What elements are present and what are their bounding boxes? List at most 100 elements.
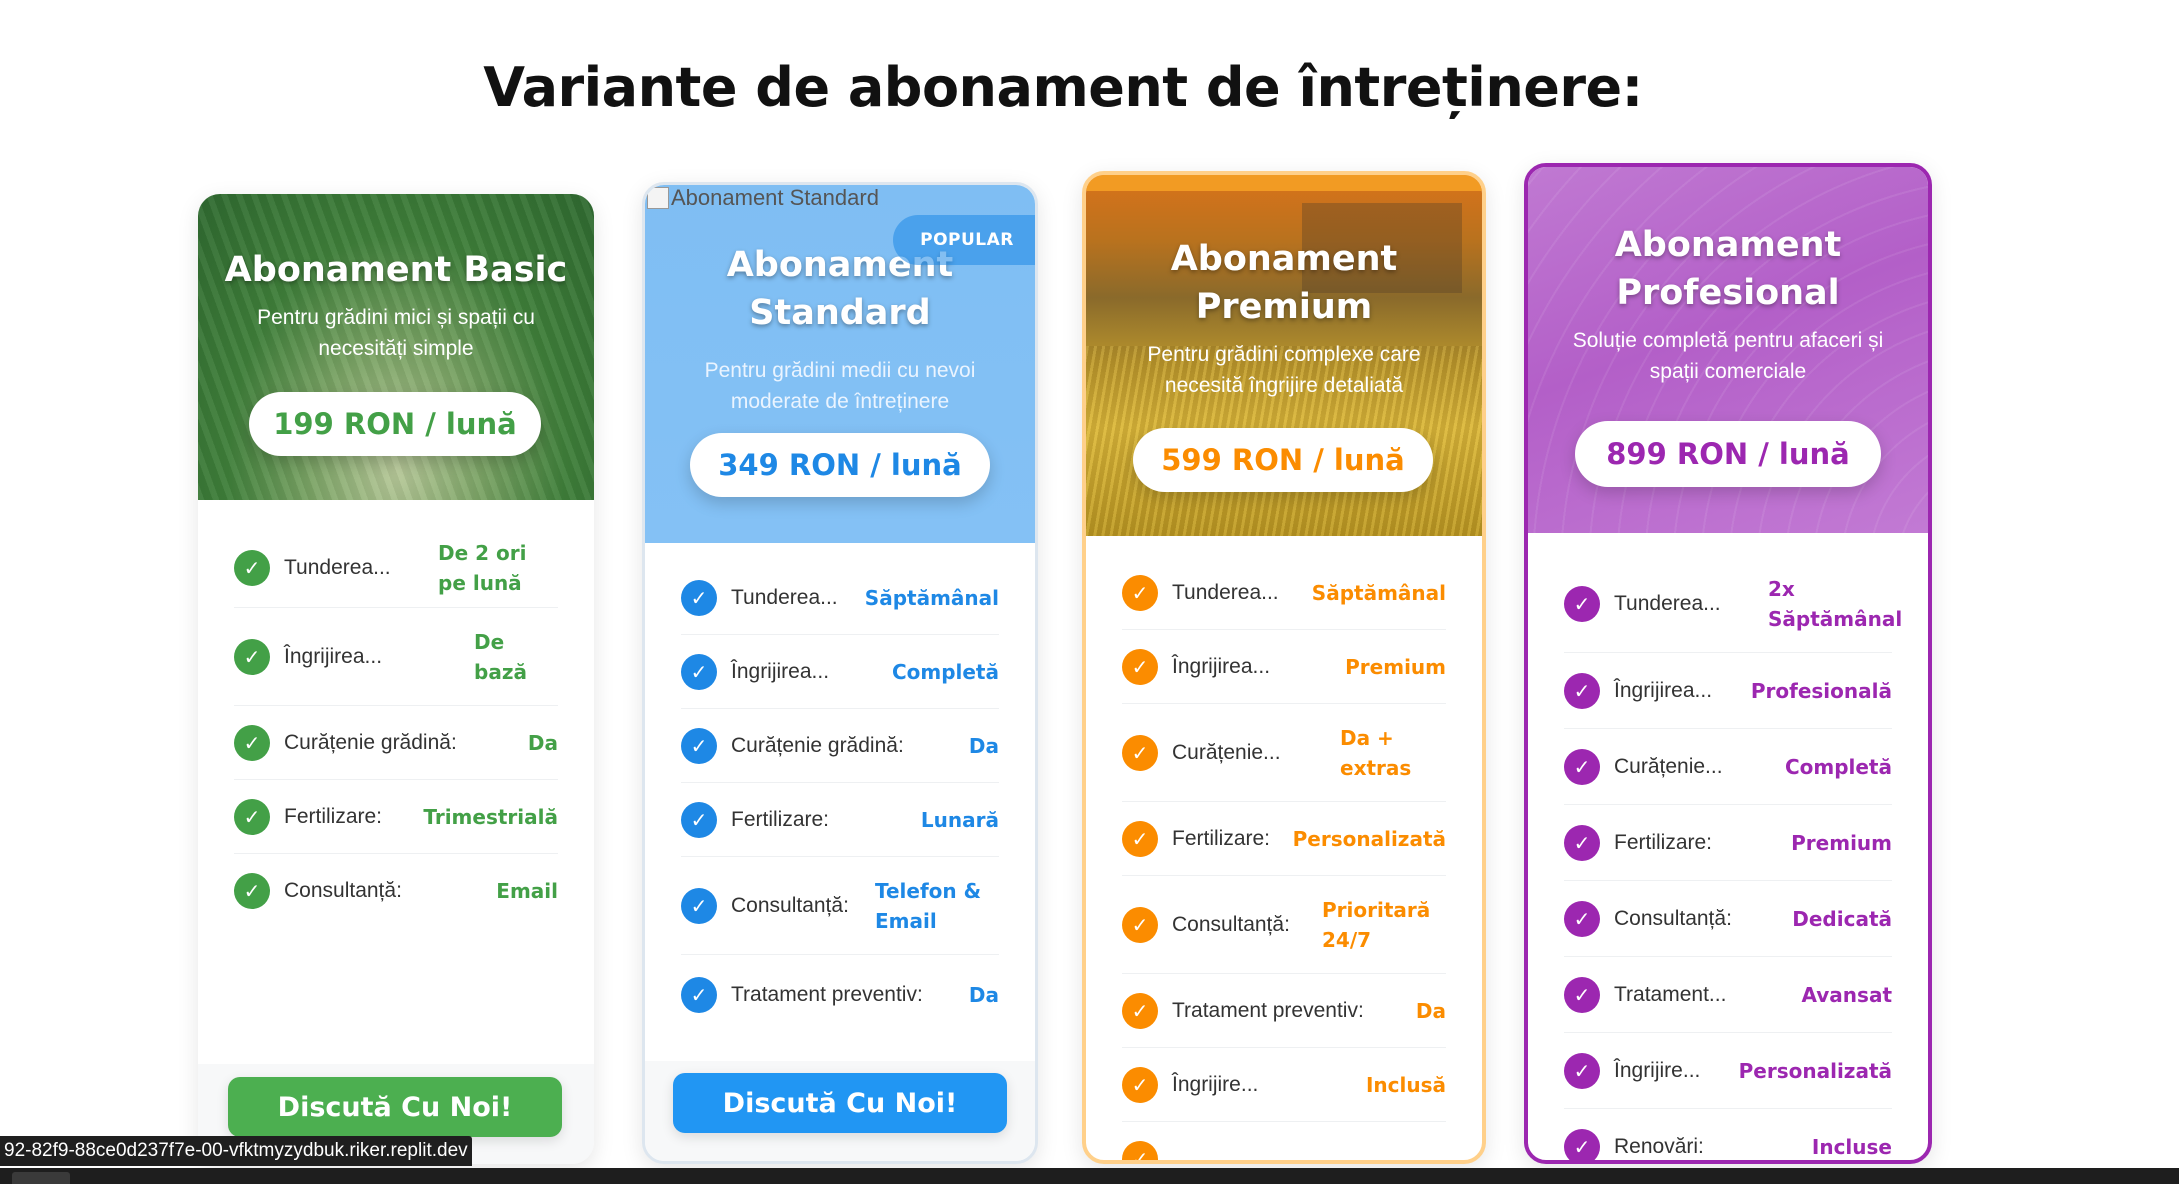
feature-row: ✓ Curățenie... Da + extras	[1122, 704, 1446, 802]
check-icon: ✓	[681, 887, 717, 924]
check-icon: ✓	[1122, 1066, 1158, 1103]
feature-label: Tunderea...	[1172, 580, 1279, 604]
check-icon: ✓	[234, 798, 270, 835]
feature-value: Incluse	[1811, 1135, 1892, 1159]
plan-subtitle: Pentru grădini medii cu nevoi moderate d…	[704, 359, 976, 413]
plan-card-basic: Abonament Basic Pentru grădini mici și s…	[198, 194, 594, 1164]
feature-row: ✓ Consultanță: Prioritară 24/7	[1122, 876, 1446, 974]
taskbar	[0, 1168, 2179, 1184]
check-icon: ✓	[1564, 672, 1600, 709]
feature-value: Săptămânal	[864, 585, 999, 610]
feature-label: Tunderea...	[1614, 591, 1721, 615]
feature-row: ✓ Consultanță: Telefon & Email	[681, 857, 999, 955]
feature-row: ✓ Fertilizare: Premium	[1564, 805, 1892, 881]
feature-label: Fertilizare:	[1614, 830, 1713, 854]
feature-value: Premium	[1345, 654, 1446, 679]
feature-label: Consultanță:	[1614, 906, 1732, 930]
feature-value: De bază	[474, 629, 527, 684]
plan-card-premium: Abonament Premium Pentru grădini complex…	[1082, 171, 1486, 1164]
check-icon: ✓	[1564, 585, 1600, 622]
feature-label: Curățenie...	[1172, 740, 1281, 764]
feature-label: Renovări:	[1614, 1135, 1704, 1158]
discuss-button[interactable]: Discută Cu Noi!	[228, 1077, 562, 1137]
feature-value: Profesională	[1750, 678, 1892, 703]
feature-label: Îngrijire...	[1172, 1072, 1259, 1096]
feature-value: 2x Săptămânal	[1768, 576, 1903, 631]
feature-row: ✓ Îngrijirea... Profesională	[1564, 653, 1892, 729]
check-icon: ✓	[1122, 734, 1158, 771]
feature-value: Trimestrială	[423, 804, 558, 829]
feature-value: Da	[1415, 998, 1446, 1023]
check-icon: ✓	[1122, 820, 1158, 857]
feature-value: Avansat	[1801, 982, 1893, 1007]
plan-header-basic: Abonament Basic Pentru grădini mici și s…	[198, 194, 594, 500]
check-icon: ✓	[681, 801, 717, 838]
plan-header-profesional: Abonament Profesional Soluție completă p…	[1528, 167, 1928, 533]
link-preview-statusbar: 92-82f9-88ce0d237f7e-00-vfktmyzydbuk.rik…	[0, 1136, 472, 1166]
check-icon: ✓	[1564, 900, 1600, 937]
plan-card-standard: Abonament Standard POPULAR Abonament Sta…	[642, 182, 1038, 1164]
feature-label: Consultanță:	[1172, 912, 1290, 936]
plan-price: 899 RON / lună	[1575, 421, 1881, 487]
feature-row: ✓ Consultanță: Email	[234, 854, 558, 928]
feature-row: ✓ Fertilizare: Trimestrială	[234, 780, 558, 854]
feature-label: Tratament...	[1614, 982, 1727, 1006]
check-icon: ✓	[1122, 574, 1158, 611]
feature-label: Consultanță:	[284, 879, 402, 902]
popular-badge: POPULAR	[893, 215, 1035, 265]
plan-price: 349 RON / lună	[690, 433, 990, 497]
feature-row: ✓ Tunderea... 2x Săptămânal	[1564, 555, 1903, 653]
feature-label: Fertilizare:	[1172, 826, 1271, 850]
plan-title: Abonament Profesional	[1614, 225, 1842, 313]
feature-label: Îngrijire...	[1614, 1058, 1701, 1082]
check-icon: ✓	[681, 579, 717, 616]
feature-row: ✓ Curățenie... Completă	[1564, 729, 1892, 805]
check-icon: ✓	[234, 724, 270, 761]
plan-title: Abonament Basic	[224, 250, 568, 290]
feature-value: Lunară	[920, 807, 999, 832]
feature-value: De 2 ori pe lună	[438, 540, 527, 595]
feature-value: Telefon & Email	[875, 878, 982, 933]
feature-label: Tratament preventiv:	[731, 983, 923, 1006]
check-icon: ✓	[1122, 992, 1158, 1029]
feature-label: Îngrijirea...	[284, 644, 383, 668]
plan-price: 599 RON / lună	[1133, 428, 1433, 492]
check-icon: ✓	[681, 653, 717, 690]
plan-subtitle: Pentru grădini complexe care necesită în…	[1147, 343, 1421, 397]
feature-row: ✓ Curățenie grădină: Da	[681, 709, 999, 783]
check-icon: ✓	[1564, 1052, 1600, 1089]
feature-value: Personalizată	[1292, 826, 1446, 851]
feature-row: ✓ Îngrijire... Personalizată	[1564, 1033, 1892, 1109]
taskbar-tab[interactable]	[12, 1172, 70, 1184]
feature-value: Săptămânal	[1311, 580, 1446, 605]
plan-header-premium: Abonament Premium Pentru grădini complex…	[1086, 175, 1482, 536]
plan-subtitle: Pentru grădini mici și spații cu necesit…	[257, 306, 535, 360]
plan-subtitle: Soluție completă pentru afaceri și spați…	[1572, 329, 1884, 383]
check-icon: ✓	[234, 549, 270, 586]
feature-row: ✓ Tratament preventiv: Da	[1122, 974, 1446, 1048]
feature-row: ✓ Renovări: Incluse	[1564, 1109, 1892, 1160]
feature-value: Premium	[1791, 830, 1892, 855]
check-icon: ✓	[234, 873, 270, 909]
feature-label: Fertilizare:	[284, 804, 383, 828]
feature-value: Da	[968, 733, 999, 758]
feature-value: Completă	[1784, 754, 1892, 779]
plan-header-standard: Abonament Standard POPULAR Abonament Sta…	[645, 185, 1035, 543]
check-icon: ✓	[1564, 748, 1600, 785]
feature-value: Inclusă	[1365, 1072, 1446, 1097]
discuss-button[interactable]: Discută Cu Noi!	[673, 1073, 1007, 1133]
feature-label: Fertilizare:	[731, 807, 830, 831]
feature-row: ✓ Tratament preventiv: Da	[681, 955, 999, 1035]
feature-value: Dedicată	[1792, 906, 1892, 931]
plan-card-profesional: Abonament Profesional Soluție completă p…	[1524, 163, 1932, 1164]
feature-label: Tunderea...	[731, 585, 838, 609]
plan-price: 199 RON / lună	[249, 392, 541, 456]
feature-row: ✓ Îngrijirea... Premium	[1122, 630, 1446, 704]
feature-value: Prioritară 24/7	[1322, 897, 1431, 952]
check-icon: ✓	[681, 727, 717, 764]
feature-label: Îngrijirea...	[1614, 678, 1713, 702]
check-icon: ✓	[1564, 824, 1600, 861]
check-icon: ✓	[1564, 1129, 1600, 1160]
feature-row: ✓ Îngrijirea... De bază	[234, 608, 558, 706]
check-icon: ✓	[234, 638, 270, 675]
